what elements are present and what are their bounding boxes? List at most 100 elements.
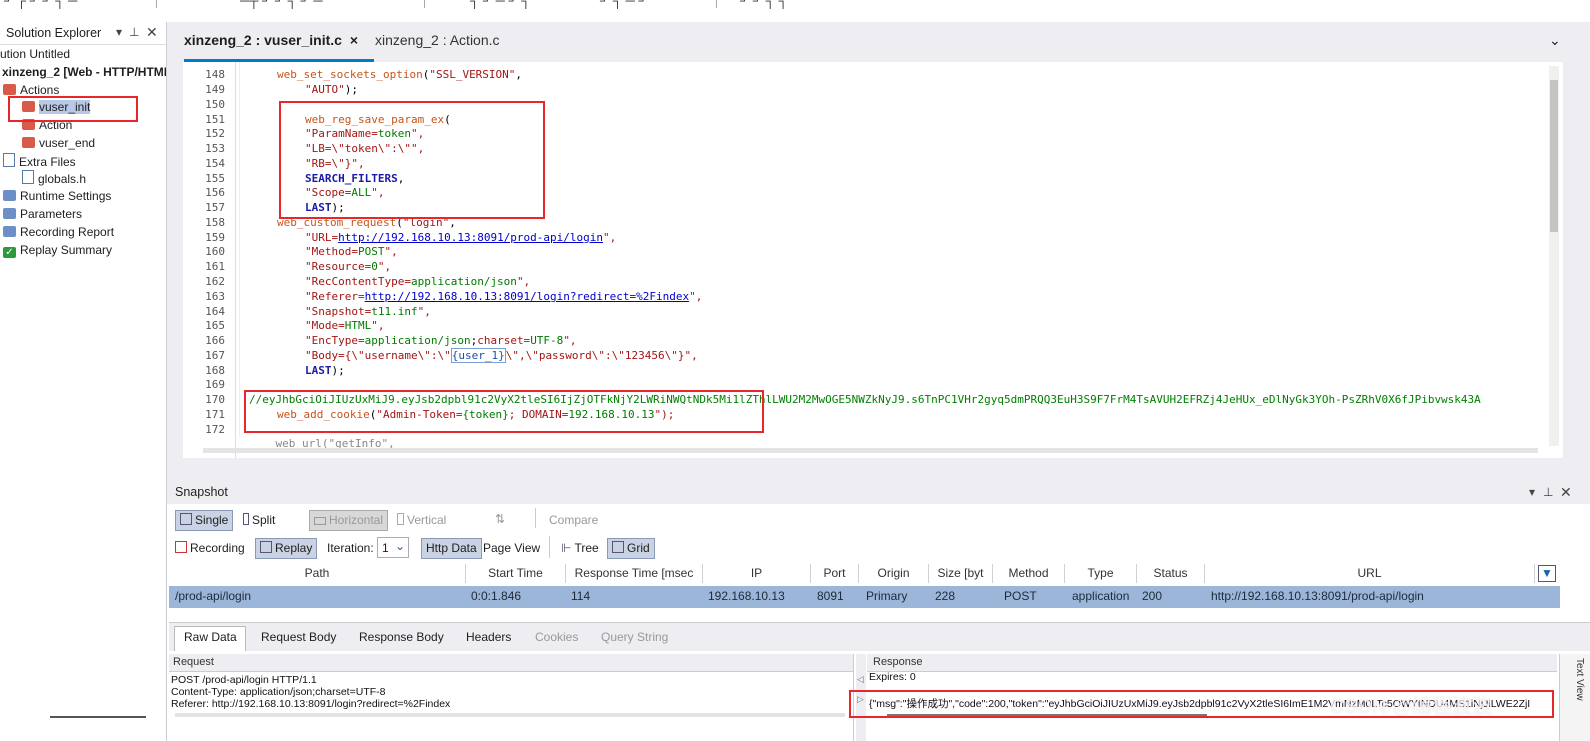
tree-item-runtime-settings[interactable]: Runtime Settings [3,188,111,205]
line-number: 150 [205,98,225,111]
column-header[interactable]: Start Time [466,564,566,583]
column-header[interactable]: Status [1137,564,1205,583]
actions-icon [3,84,16,95]
snapshot-header: Snapshot ▾ ⊥ ✕ [167,482,1590,504]
code-line: "URL=http://192.168.10.13:8091/prod-api/… [305,231,617,244]
tab-headers[interactable]: Headers [466,630,511,644]
tab-raw-data[interactable]: Raw Data [184,630,237,644]
tree-item-parameters[interactable]: Parameters [3,206,82,223]
tree-item-replay-summary[interactable]: ✓ Replay Summary [3,242,112,259]
iteration-value: 1 [382,541,389,555]
column-header[interactable]: IP [703,564,811,583]
cell-method: POST [1004,589,1037,603]
horizontal-scrollbar[interactable] [203,448,1538,453]
tree-item-label: ution Untitled [0,47,71,61]
close-icon[interactable]: ✕ [1560,484,1572,501]
sync-icon[interactable]: ⇅ [495,512,505,526]
tree-item-recording-report[interactable]: Recording Report [3,224,114,241]
snapshot-panel: Snapshot ▾ ⊥ ✕ Single Split Horizontal V… [167,482,1590,741]
top-toolbar-strip: ┘ ┌ ┘ ┘ ┐ ─ ─┬ ┘ ┘ ┐ ┘ ─ ┐ ┘ ─ ┘ ┐ ┘ ┐ ─… [0,0,1590,23]
cell-resp: 114 [571,589,591,603]
tab-request-body[interactable]: Request Body [261,630,336,644]
cell-path: /prod-api/login [175,589,252,603]
chevron-down-icon: ⌄ [395,539,406,553]
column-header[interactable]: Path [169,564,466,583]
code-line: "Referer=http://192.168.10.13:8091/login… [305,290,703,303]
tree-script[interactable]: xinzeng_2 [Web - HTTP/HTML [2,64,166,81]
iteration-select[interactable]: 1 ⌄ [377,537,409,558]
column-header[interactable]: URL [1205,564,1535,583]
single-view-button[interactable]: Single [175,510,234,531]
line-number: 170 [205,393,225,406]
code-editor[interactable]: 148 149 150 151 152 153 154 155 156 157 … [183,62,1563,458]
horizontal-button[interactable]: Horizontal [309,510,389,531]
request-title: Request [173,656,214,668]
column-header[interactable]: Port [811,564,859,583]
tab-response-body[interactable]: Response Body [359,630,444,644]
recording-icon [175,541,187,553]
horizontal-icon [314,517,326,525]
column-header[interactable]: Response Time [msec [566,564,703,583]
recording-button[interactable]: Recording [171,539,249,558]
column-header[interactable]: Method [993,564,1065,583]
column-header[interactable]: Origin [859,564,929,583]
request-line: Referer: http://192.168.10.13:8091/login… [171,698,451,710]
script-icon [22,137,35,148]
tree-item-label: Extra Files [19,155,76,169]
code-line: "EncType=application/json;charset=UTF-8"… [305,334,577,347]
tree-item-extra-files[interactable]: Extra Files [3,153,76,170]
tab-query-string[interactable]: Query String [601,630,668,644]
tab-close-icon[interactable]: × [350,32,358,48]
http-data-button[interactable]: Http Data [421,538,482,559]
line-number: 154 [205,157,225,170]
tree-item-vuser-end[interactable]: vuser_end [22,135,95,152]
line-number: 167 [205,349,225,362]
tree-solution[interactable]: ution Untitled [0,46,70,63]
filter-icon[interactable]: ▼ [1538,565,1556,582]
code-line: "Body={\"username\":\"{user_1}\",\"passw… [305,348,698,363]
pin-icon[interactable]: ⊥ [1543,485,1553,499]
http-data-grid: Path Start Time Response Time [msec IP P… [169,564,1562,608]
horizontal-scrollbar[interactable] [50,716,146,718]
dropdown-icon[interactable]: ▾ [1529,485,1535,499]
cell-size: 228 [935,589,956,603]
line-number: 163 [205,290,225,303]
code-line: LAST); [305,364,345,377]
response-pane-header [867,654,1557,672]
toolbar-separator [156,0,157,8]
splitter[interactable] [167,466,1590,480]
horizontal-scrollbar[interactable] [175,713,845,717]
compare-button[interactable]: Compare [545,511,602,530]
table-row[interactable]: /prod-api/login 0:0:1.846 114 192.168.10… [169,586,1560,608]
text-view-side-tab[interactable]: Text View [1559,654,1590,741]
cell-start: 0:0:1.846 [471,589,522,603]
tab-action[interactable]: xinzeng_2 : Action.c [375,32,500,48]
line-number: 159 [205,231,225,244]
line-number: 169 [205,378,225,391]
replay-button[interactable]: Replay [255,538,318,559]
page-view-button[interactable]: Page View [479,539,544,558]
code-line: "Snapshot=t11.inf", [305,305,431,318]
tab-cookies[interactable]: Cookies [535,630,578,644]
toolbar-fragment: ┘ ┐ ─ ┘ [600,0,648,8]
close-icon[interactable]: ✕ [146,24,158,41]
tab-overflow-chevron-icon[interactable]: ⌄ [1549,32,1561,49]
column-header[interactable]: Size [byt [929,564,993,583]
collapse-left-icon[interactable]: ◁ [857,674,864,685]
solution-explorer-header: Solution Explorer ▾ ⊥ ✕ [0,22,166,45]
column-header[interactable]: Type [1065,564,1137,583]
cell-origin: Primary [866,589,908,603]
dropdown-icon[interactable]: ▾ [116,25,122,39]
line-number: 168 [205,364,225,377]
vertical-button[interactable]: Vertical [393,511,450,530]
grid-icon [612,541,624,553]
vertical-scroll-thumb[interactable] [1550,80,1558,232]
folder-icon [3,153,15,167]
tab-vuser-init[interactable]: xinzeng_2 : vuser_init.c × [184,32,358,48]
grid-view-button[interactable]: Grid [607,538,655,559]
split-view-button[interactable]: Split [239,511,279,530]
tree-item-globals[interactable]: globals.h [22,170,86,187]
pin-icon[interactable]: ⊥ [129,25,139,39]
tree-view-button[interactable]: ⊩ Tree [557,539,603,558]
line-number: 153 [205,142,225,155]
